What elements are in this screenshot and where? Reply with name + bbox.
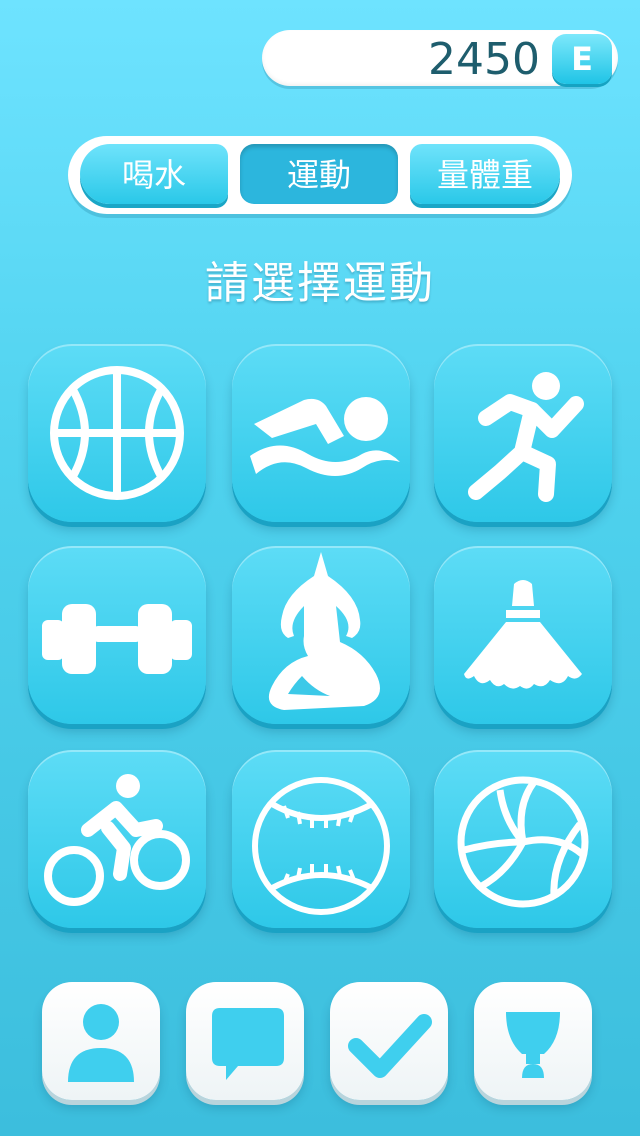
- nav-checkin-button[interactable]: [330, 982, 448, 1100]
- score-display: 2450 E: [262, 30, 618, 86]
- nav-messages-button[interactable]: [186, 982, 304, 1100]
- sport-running-button[interactable]: [434, 344, 612, 522]
- score-value: 2450: [428, 34, 540, 85]
- checkmark-icon: [348, 1014, 432, 1078]
- running-icon: [468, 372, 584, 502]
- sport-weightlifting-button[interactable]: [28, 546, 206, 724]
- sport-yoga-button[interactable]: [232, 546, 410, 724]
- baseball-icon: [252, 777, 390, 915]
- tab-exercise[interactable]: 運動: [240, 144, 398, 204]
- select-sport-prompt: 請選擇運動: [205, 258, 435, 309]
- basketball-icon: [50, 366, 184, 500]
- yoga-icon: [268, 552, 380, 710]
- trophy-icon: [506, 1012, 560, 1078]
- nav-trophy-button[interactable]: [474, 982, 592, 1100]
- swimming-icon: [250, 397, 400, 476]
- dumbbell-icon: [42, 604, 192, 674]
- profile-icon: [68, 1004, 134, 1082]
- tab-drink-water[interactable]: 喝水: [80, 144, 228, 204]
- sport-cycling-button[interactable]: [28, 750, 206, 928]
- sport-swimming-button[interactable]: [232, 344, 410, 522]
- category-tab-bar: 喝水 運動 量體重: [68, 136, 572, 214]
- sport-baseball-button[interactable]: [232, 750, 410, 928]
- volleyball-icon: [457, 776, 589, 908]
- tab-weigh[interactable]: 量體重: [410, 144, 560, 204]
- sport-badminton-button[interactable]: [434, 546, 612, 724]
- sport-volleyball-button[interactable]: [434, 750, 612, 928]
- cycling-icon: [44, 774, 190, 906]
- message-icon: [212, 1008, 284, 1080]
- nav-profile-button[interactable]: [42, 982, 160, 1100]
- badminton-shuttlecock-icon: [464, 580, 582, 689]
- energy-badge[interactable]: E: [552, 34, 612, 84]
- sport-basketball-button[interactable]: [28, 344, 206, 522]
